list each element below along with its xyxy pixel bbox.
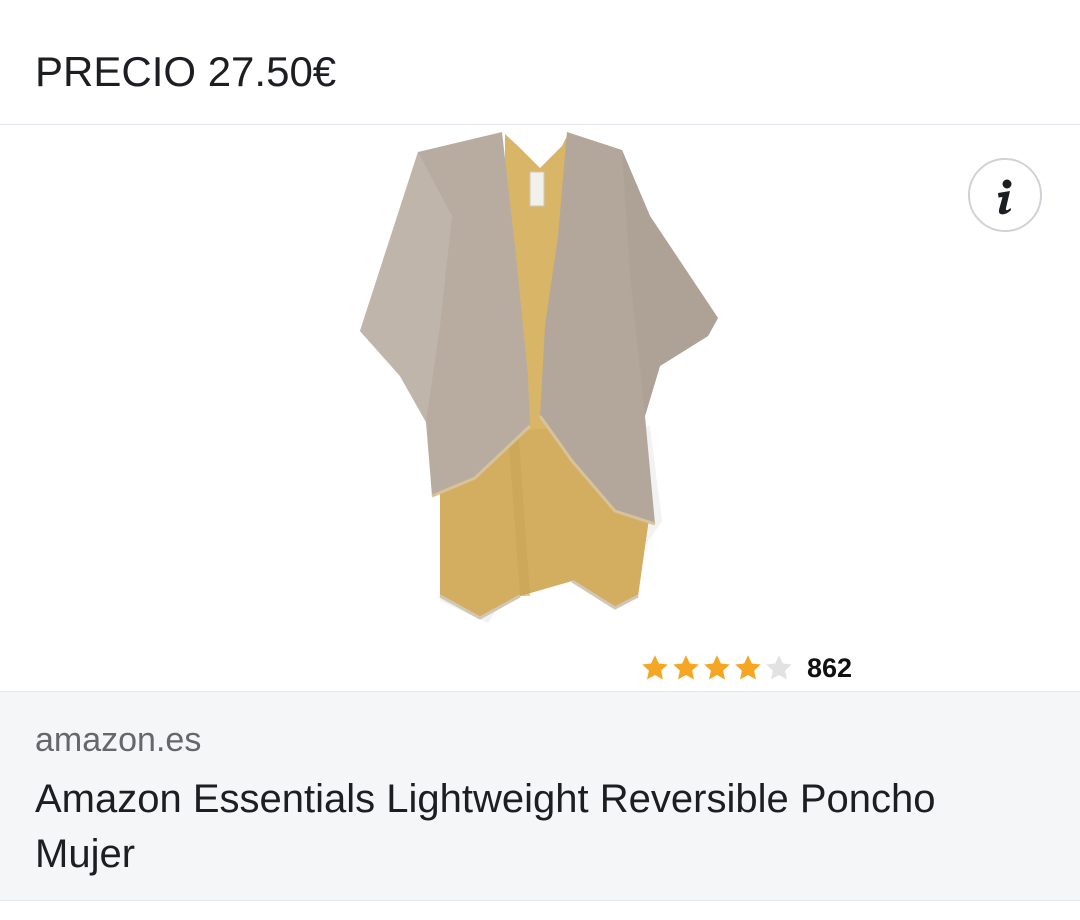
review-count: 862	[807, 653, 853, 683]
link-preview-footer[interactable]: amazon.es Amazon Essentials Lightweight …	[0, 691, 1080, 901]
star-filled-icon	[642, 655, 668, 680]
product-image[interactable]	[340, 126, 740, 636]
product-image-area[interactable]: 862	[0, 126, 1080, 691]
star-filled-icon	[704, 655, 730, 680]
star-filled-icon	[735, 655, 761, 680]
star-rating	[640, 653, 795, 683]
product-rating: 862	[640, 650, 852, 686]
info-icon	[998, 179, 1012, 215]
price-text: PRECIO 27.50€	[35, 48, 337, 95]
price-header: PRECIO 27.50€	[0, 0, 1080, 125]
ad-card[interactable]: PRECIO 27.50€ 862 amazon.es Amazon Essen…	[0, 0, 1080, 920]
info-button[interactable]	[968, 158, 1042, 232]
source-domain: amazon.es	[35, 721, 202, 759]
product-title[interactable]: Amazon Essentials Lightweight Reversible…	[35, 772, 1035, 882]
star-empty-icon	[766, 655, 792, 680]
star-filled-icon	[673, 655, 699, 680]
